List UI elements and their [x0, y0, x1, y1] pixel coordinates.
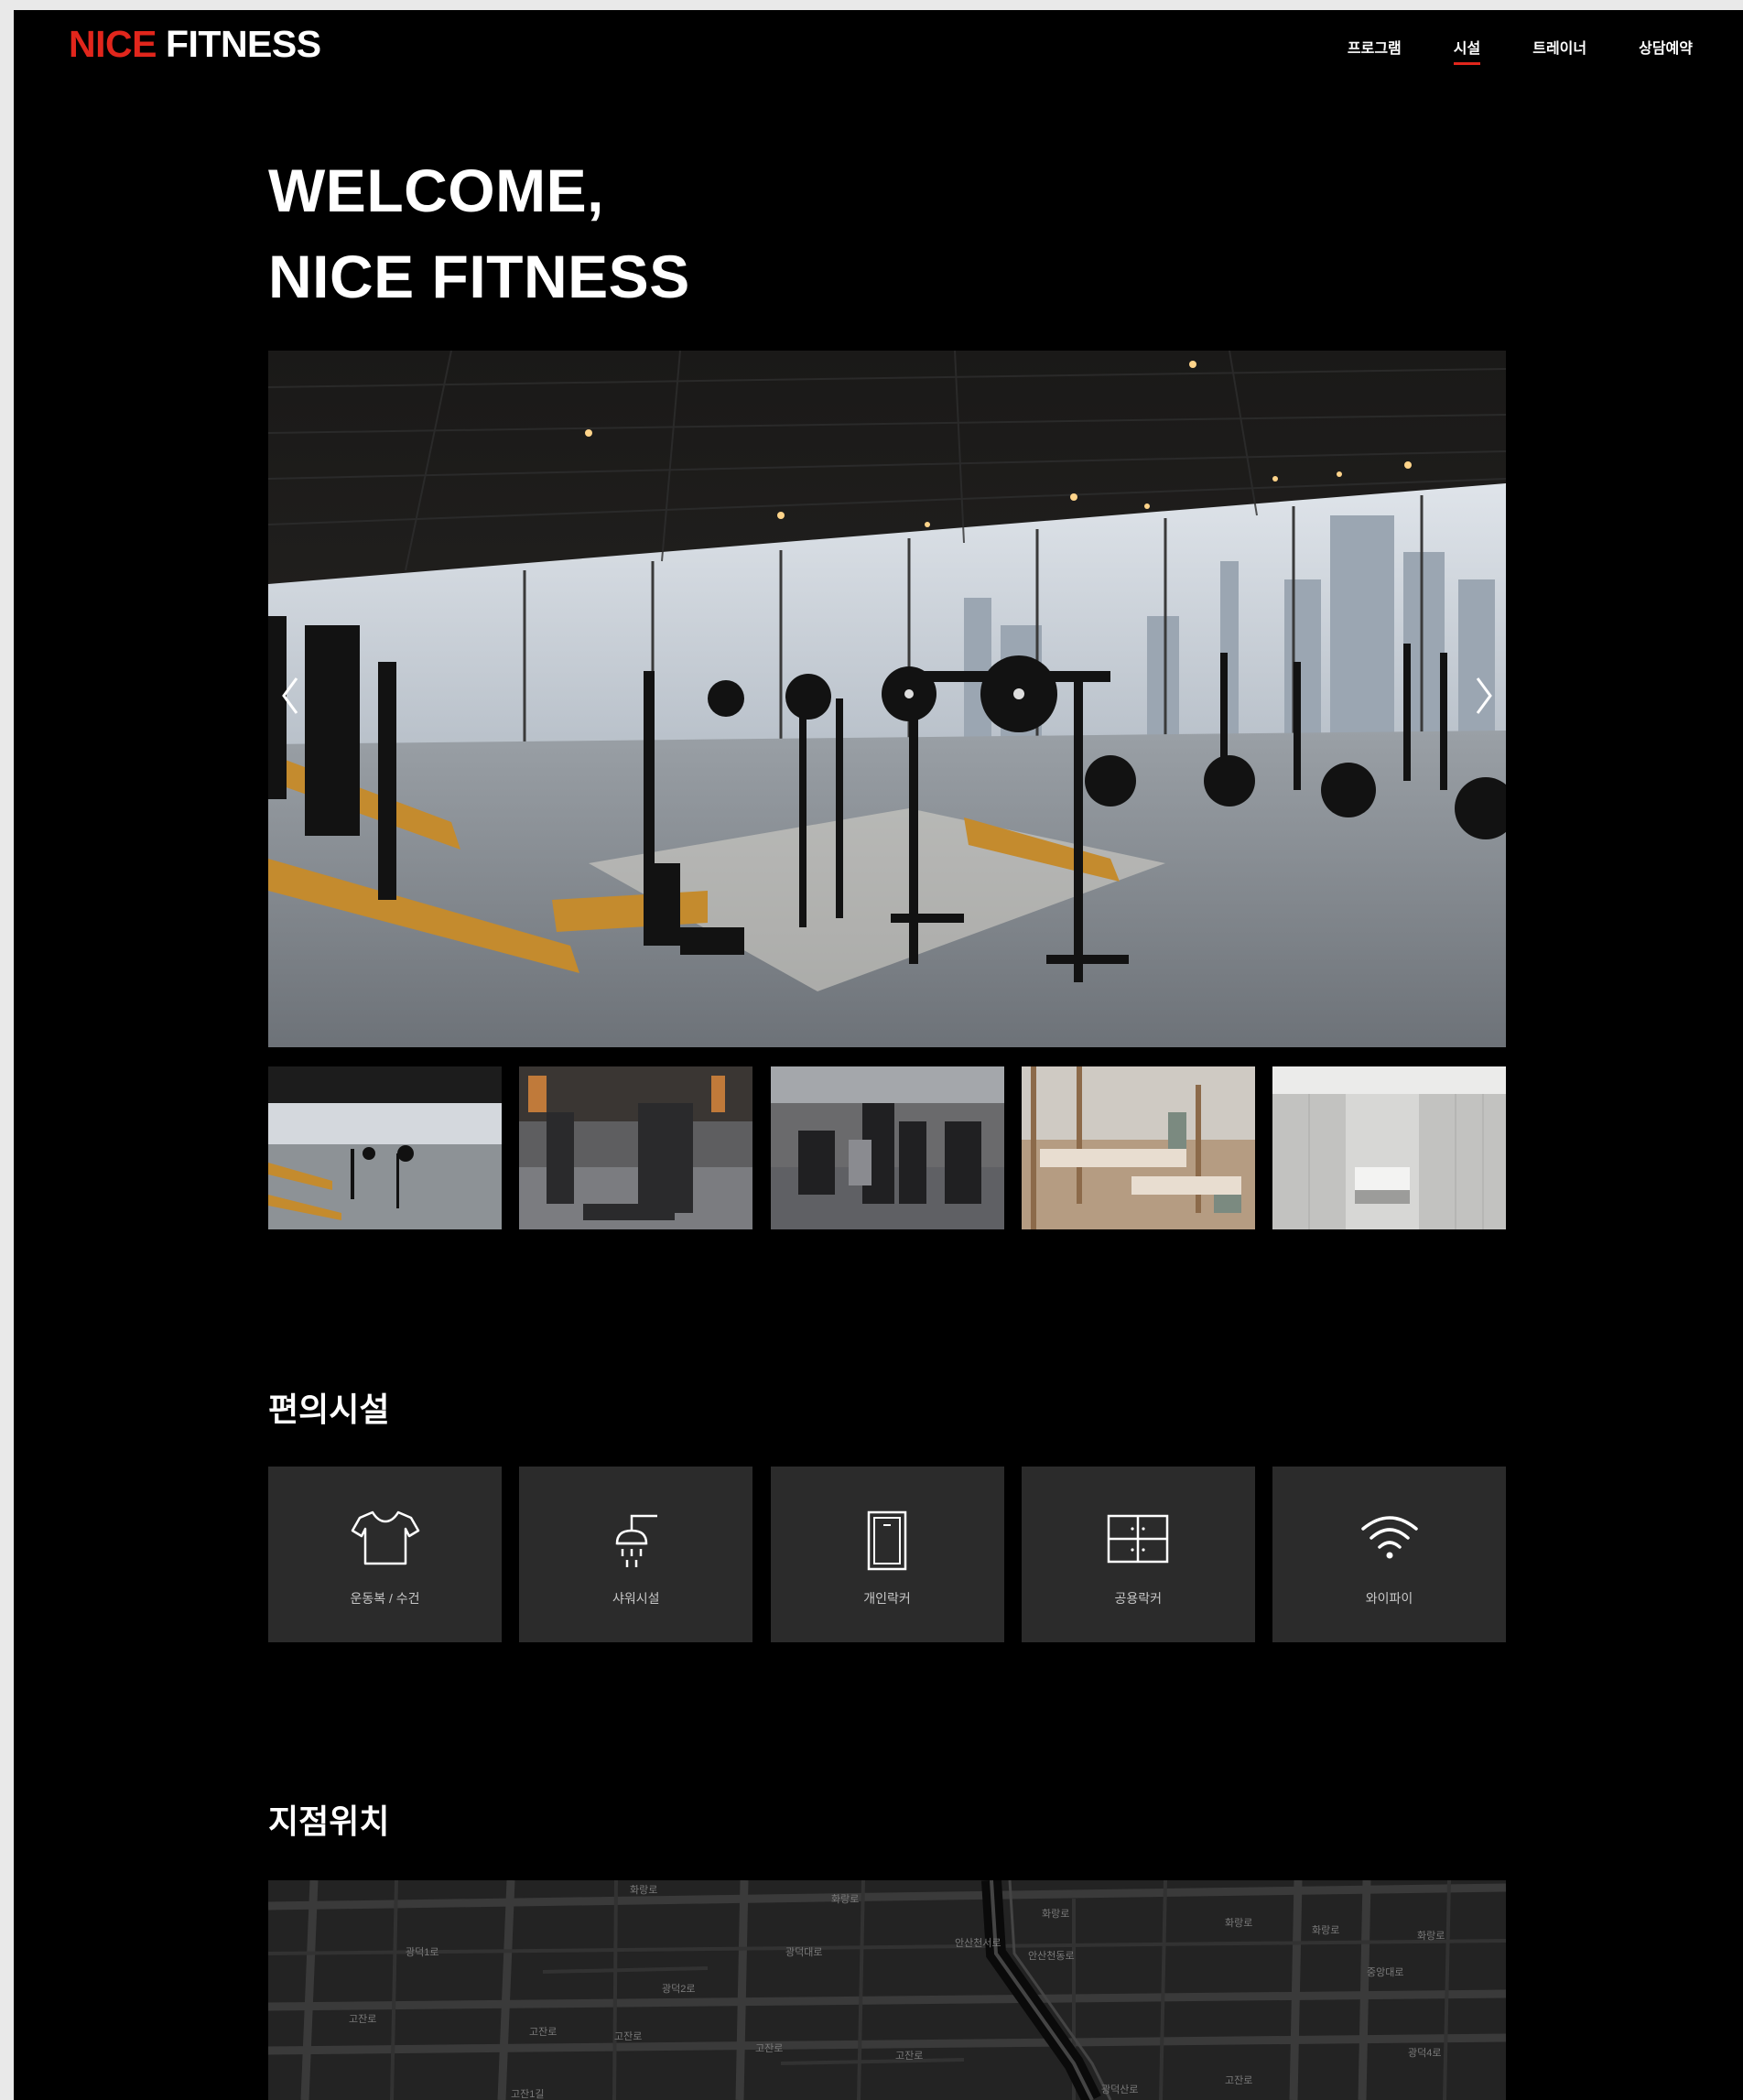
amenity-label: 운동복 / 수건 [350, 1591, 420, 1606]
map-label: 화랑로 [1225, 1918, 1253, 1929]
map-label: 화랑로 [630, 1885, 658, 1896]
map-label: 중앙대로 [1367, 1967, 1404, 1978]
amenity-card-sportswear: 운동복 / 수건 [268, 1467, 502, 1642]
hero-title: WELCOME, NICE FITNESS [268, 147, 690, 319]
amenity-label: 공용락커 [1114, 1591, 1163, 1606]
thumbnail-pilates-studio[interactable] [1021, 1066, 1255, 1229]
amenity-label: 개인락커 [863, 1591, 911, 1606]
amenities-list: 운동복 / 수건 샤워시설 개인락커 공용락커 와이파이 [268, 1467, 1506, 1642]
gym-photo-illustration [268, 351, 1506, 1047]
page: NICE FITNESS 프로그램 시설 트레이너 상담예약 WELCOME, N… [14, 10, 1743, 2100]
thumbnail-weight-area[interactable] [268, 1066, 502, 1229]
map-label: 고잔로 [755, 2043, 784, 2054]
map-label: 광덕4로 [1408, 2048, 1442, 2059]
map-label: 안산천서로 [955, 1938, 1001, 1949]
main-gym-photo [268, 351, 1506, 1047]
logo-fitness: FITNESS [165, 23, 321, 65]
map-label: 고잔로 [349, 2014, 377, 2025]
logo-nice: NICE [69, 23, 157, 65]
map-label: 화랑로 [1312, 1925, 1340, 1936]
amenity-card-shared-locker: 공용락커 [1021, 1467, 1255, 1642]
map-label: 광덕산로 [1101, 2084, 1139, 2095]
logo[interactable]: NICE FITNESS [69, 23, 321, 66]
chevron-right-icon [1476, 677, 1492, 714]
shower-icon [615, 1514, 657, 1567]
map-label: 고잔로 [895, 2051, 924, 2062]
tshirt-icon [351, 1510, 419, 1565]
map-label: 고잔로 [529, 2027, 558, 2038]
map-label: 광덕1로 [406, 1947, 439, 1958]
location-map[interactable]: 화랑로 화랑로 화랑로 화랑로 화랑로 화랑로 고잔로 고잔로 고잔로 고잔로 … [268, 1880, 1506, 2100]
map-label: 고잔로 [614, 2031, 643, 2042]
map-label: 화랑로 [1417, 1931, 1445, 1942]
map-label: 화랑로 [1042, 1909, 1070, 1920]
amenity-card-shower: 샤워시설 [519, 1467, 753, 1642]
map-label: 안산천동로 [1028, 1951, 1075, 1962]
nav-trainer[interactable]: 트레이너 [1532, 36, 1586, 65]
map-roads [268, 1880, 1506, 2100]
amenity-label: 와이파이 [1365, 1591, 1413, 1606]
map-label: 고잔1길 [511, 2089, 545, 2100]
thumbnail-strength-area[interactable] [770, 1066, 1004, 1229]
nav-reservation[interactable]: 상담예약 [1639, 36, 1693, 65]
amenity-card-wifi: 와이파이 [1272, 1467, 1506, 1642]
wifi-icon [1360, 1516, 1418, 1559]
amenities-title: 편의시설 [268, 1391, 390, 1428]
main-nav: 프로그램 시설 트레이너 상담예약 [1295, 36, 1693, 65]
nav-facilities[interactable]: 시설 [1453, 36, 1481, 65]
thumbnail-strip [268, 1066, 1506, 1229]
prev-photo-button[interactable] [268, 673, 312, 728]
thumbnail-locker-room[interactable] [1272, 1066, 1506, 1229]
next-photo-button[interactable] [1462, 673, 1506, 728]
hero-line-1: WELCOME, [268, 157, 604, 224]
shared-locker-icon [1108, 1514, 1169, 1564]
map-label: 화랑로 [831, 1894, 860, 1905]
chevron-left-icon [282, 677, 298, 714]
amenity-card-private-locker: 개인락커 [770, 1467, 1004, 1642]
hero-line-2: NICE FITNESS [268, 243, 690, 310]
locker-icon [867, 1510, 907, 1571]
nav-program[interactable]: 프로그램 [1348, 36, 1402, 65]
thumbnail-machine-area[interactable] [519, 1066, 753, 1229]
map-label: 고잔로 [1225, 2075, 1253, 2086]
map-label: 광덕대로 [785, 1947, 823, 1958]
map-label: 광덕2로 [662, 1984, 696, 1995]
amenity-label: 샤워시설 [612, 1591, 660, 1606]
location-title: 지점위치 [268, 1802, 390, 1840]
